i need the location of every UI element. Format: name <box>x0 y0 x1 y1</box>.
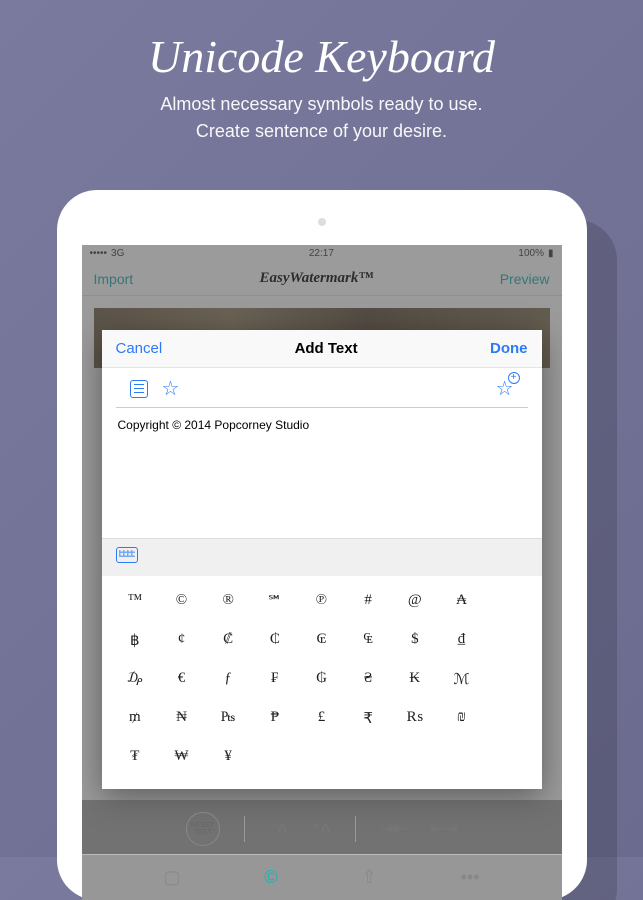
add-text-modal: Cancel Add Text Done ☆ ☆ Copyright © 201… <box>102 330 542 789</box>
more-tab-icon[interactable]: ••• <box>461 867 480 888</box>
symbol-key[interactable]: ℠ <box>252 582 299 621</box>
symbol-key[interactable]: ₮ <box>112 738 159 775</box>
symbol-key[interactable]: ℳ <box>438 660 485 699</box>
symbol-key[interactable]: ₠ <box>345 621 392 660</box>
symbol-key <box>392 738 439 775</box>
symbol-key[interactable]: ₵ <box>252 621 299 660</box>
star-add-icon[interactable]: ☆ <box>496 376 514 401</box>
symbol-key[interactable]: ₡ <box>205 621 252 660</box>
symbol-key <box>485 621 532 660</box>
symbol-keyboard: ™©®℠℗#@₳ ฿¢₡₵₢₠$₫ ₯€ƒ₣₲₴₭ℳ ₥₦₧₱£₹₨₪ ₮₩¥ <box>102 576 542 789</box>
share-tab-icon[interactable]: ⇧ <box>362 867 377 888</box>
symbol-key[interactable]: # <box>345 582 392 621</box>
text-tools-row: RESET TEXT ⁻A ⁺A ⇥⇤ ⇤⇥ <box>82 804 562 854</box>
symbol-key[interactable]: ₱ <box>252 699 299 738</box>
symbol-key[interactable]: @ <box>392 582 439 621</box>
image-tab-icon[interactable]: ▢ <box>163 867 180 888</box>
keyboard-toggle-icon[interactable] <box>116 547 138 563</box>
reset-text-button[interactable]: RESET TEXT <box>186 812 220 846</box>
symbol-key[interactable]: ₳ <box>438 582 485 621</box>
symbol-key[interactable]: © <box>158 582 205 621</box>
symbol-key[interactable]: ₢ <box>298 621 345 660</box>
symbol-key[interactable]: ₲ <box>298 660 345 699</box>
decrease-size-icon[interactable]: ⁻A <box>269 819 288 839</box>
star-icon[interactable]: ☆ <box>162 376 180 401</box>
cancel-button[interactable]: Cancel <box>116 340 163 357</box>
modal-title: Add Text <box>295 340 358 357</box>
symbol-key[interactable]: ¢ <box>158 621 205 660</box>
symbol-key[interactable]: ₭ <box>392 660 439 699</box>
modal-header: Cancel Add Text Done <box>102 330 542 368</box>
list-icon[interactable] <box>130 380 148 398</box>
symbol-key[interactable]: ₣ <box>252 660 299 699</box>
symbol-key[interactable]: ₥ <box>112 699 159 738</box>
promo-header: Unicode Keyboard Almost necessary symbol… <box>0 0 643 160</box>
symbol-key[interactable]: ƒ <box>205 660 252 699</box>
camera-dot <box>318 218 326 226</box>
promo-title: Unicode Keyboard <box>20 30 623 83</box>
symbol-key[interactable]: ¥ <box>205 738 252 775</box>
symbol-key[interactable]: ฿ <box>112 621 159 660</box>
symbol-key[interactable]: ₹ <box>345 699 392 738</box>
symbol-key[interactable]: ₧ <box>205 699 252 738</box>
symbol-key[interactable]: ₴ <box>345 660 392 699</box>
symbol-key <box>485 738 532 775</box>
text-input[interactable]: Copyright © 2014 Popcorney Studio <box>102 408 542 538</box>
symbol-key[interactable]: ₦ <box>158 699 205 738</box>
symbol-key[interactable]: $ <box>392 621 439 660</box>
text-toolbar: ☆ ☆ <box>116 368 528 408</box>
symbol-key <box>438 738 485 775</box>
symbol-key[interactable]: ₫ <box>438 621 485 660</box>
copyright-tab-icon[interactable]: © <box>264 867 277 888</box>
increase-size-icon[interactable]: ⁺A <box>312 819 331 839</box>
widen-icon[interactable]: ⇤⇥ <box>431 819 458 839</box>
symbol-key[interactable]: ® <box>205 582 252 621</box>
done-button[interactable]: Done <box>490 340 528 357</box>
symbol-key[interactable]: € <box>158 660 205 699</box>
symbol-key[interactable]: ₯ <box>112 660 159 699</box>
symbol-key[interactable]: ™ <box>112 582 159 621</box>
symbol-key[interactable]: £ <box>298 699 345 738</box>
keyboard-section: ™©®℠℗#@₳ ฿¢₡₵₢₠$₫ ₯€ƒ₣₲₴₭ℳ ₥₦₧₱£₹₨₪ ₮₩¥ <box>102 538 542 789</box>
tab-bar: ▢ © ⇧ ••• <box>82 854 562 900</box>
ipad-frame: ••••• 3G 22:17 100% ▮ Import EasyWaterma… <box>57 190 587 900</box>
symbol-key[interactable]: ₩ <box>158 738 205 775</box>
narrow-icon[interactable]: ⇥⇤ <box>380 819 407 839</box>
symbol-key <box>252 738 299 775</box>
bottom-toolbar-area: RESET TEXT ⁻A ⁺A ⇥⇤ ⇤⇥ ▢ © ⇧ ••• <box>82 800 562 900</box>
device-screen: ••••• 3G 22:17 100% ▮ Import EasyWaterma… <box>82 245 562 900</box>
symbol-key <box>485 699 532 738</box>
symbol-key <box>298 738 345 775</box>
symbol-key[interactable]: ℗ <box>298 582 345 621</box>
symbol-key[interactable]: ₪ <box>438 699 485 738</box>
symbol-key <box>485 582 532 621</box>
symbol-key <box>345 738 392 775</box>
symbol-key <box>485 660 532 699</box>
promo-subtitle: Almost necessary symbols ready to use. C… <box>20 91 623 145</box>
symbol-key[interactable]: ₨ <box>392 699 439 738</box>
